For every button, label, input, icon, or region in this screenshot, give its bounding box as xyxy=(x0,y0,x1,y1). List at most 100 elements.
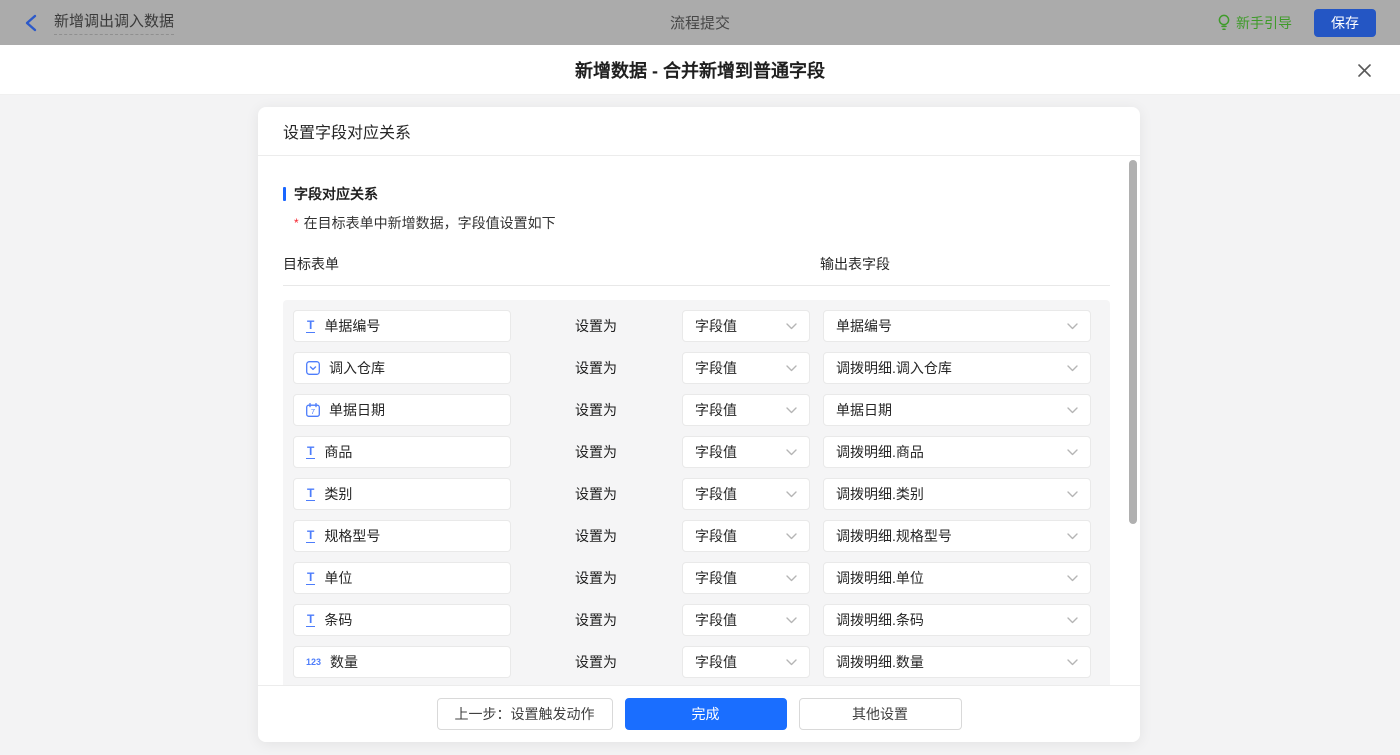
value-mode-label: 字段值 xyxy=(695,568,737,588)
value-mode-label: 字段值 xyxy=(695,484,737,504)
mapping-rows: T单据编号设置为字段值单据编号调入仓库设置为字段值调拨明细.调入仓库7单据日期设… xyxy=(283,300,1110,685)
value-mode-label: 字段值 xyxy=(695,358,737,378)
mapping-row: T商品设置为字段值调拨明细.商品 xyxy=(293,436,1100,468)
target-field-box[interactable]: T 商品 xyxy=(293,436,511,468)
close-icon xyxy=(1357,63,1372,78)
previous-step-button[interactable]: 上一步：设置触发动作 xyxy=(437,698,613,730)
value-mode-select[interactable]: 字段值 xyxy=(682,310,810,342)
back-button[interactable] xyxy=(24,14,38,32)
set-as-label: 设置为 xyxy=(575,610,617,630)
set-as-label: 设置为 xyxy=(575,316,617,336)
column-headers: 目标表单 输出表字段 xyxy=(283,254,1110,286)
section-accent-bar xyxy=(283,187,286,201)
output-field-label: 调拨明细.单位 xyxy=(836,568,924,588)
value-mode-label: 字段值 xyxy=(695,652,737,672)
output-field-label: 调拨明细.数量 xyxy=(836,652,924,672)
output-field-label: 单据日期 xyxy=(836,400,892,420)
mapping-row: T单据编号 设置为 字段值 单据编号 xyxy=(293,310,1100,342)
date-field-icon: 7 xyxy=(306,403,320,417)
output-field-label: 调拨明细.条码 xyxy=(836,610,924,630)
set-as-label: 设置为 xyxy=(575,484,617,504)
text-field-icon: T xyxy=(306,445,315,459)
chevron-down-icon xyxy=(1067,659,1078,666)
value-mode-label: 字段值 xyxy=(695,316,737,336)
output-field-select[interactable]: 单据日期 xyxy=(823,394,1091,426)
output-field-select[interactable]: 调拨明细.商品 xyxy=(823,436,1091,468)
text-field-icon: T xyxy=(306,571,315,585)
set-as-label: 设置为 xyxy=(575,526,617,546)
card-footer: 上一步：设置触发动作 完成 其他设置 xyxy=(258,685,1140,742)
text-field-icon: T xyxy=(306,529,315,543)
target-field-box[interactable]: T条码 xyxy=(293,604,511,636)
target-field-label: 调入仓库 xyxy=(329,358,385,378)
finish-button[interactable]: 完成 xyxy=(625,698,787,730)
beginner-guide-link[interactable]: 新手引导 xyxy=(1217,13,1292,33)
mapping-row: T规格型号 设置为 字段值 调拨明细.规格型号 xyxy=(293,520,1100,552)
modal-title: 新增数据 - 合并新增到普通字段 xyxy=(575,57,825,83)
target-field-box[interactable]: 调入仓库 xyxy=(293,352,511,384)
output-field-select[interactable]: 调拨明细.条码 xyxy=(823,604,1091,636)
value-mode-select[interactable]: 字段值 xyxy=(682,646,810,678)
value-mode-select[interactable]: 字段值 xyxy=(682,604,810,636)
lightbulb-icon xyxy=(1217,14,1231,31)
target-field-box[interactable]: 123数量 xyxy=(293,646,511,678)
other-settings-button[interactable]: 其他设置 xyxy=(799,698,962,730)
mapping-row: T条码 设置为 字段值 调拨明细.条码 xyxy=(293,604,1100,636)
section-subtitle-text: 在目标表单中新增数据，字段值设置如下 xyxy=(304,215,556,231)
value-mode-label: 字段值 xyxy=(695,526,737,546)
flow-name[interactable]: 新增调出调入数据 xyxy=(54,10,174,35)
card-header: 设置字段对应关系 xyxy=(258,107,1140,156)
target-field-label: 条码 xyxy=(324,610,352,630)
mapping-row: 7单据日期 设置为 字段值 单据日期 xyxy=(293,394,1100,426)
output-field-select[interactable]: 调拨明细.规格型号 xyxy=(823,520,1091,552)
set-as-label: 设置为 xyxy=(575,400,617,420)
value-mode-select[interactable]: 字段值 xyxy=(682,436,810,468)
column-header-target-form: 目标表单 xyxy=(283,254,820,274)
back-chevron-icon xyxy=(24,14,38,32)
select-field-icon xyxy=(306,361,320,375)
mapping-row: 123数量 设置为 字段值 调拨明细.数量 xyxy=(293,646,1100,678)
value-mode-label: 字段值 xyxy=(695,400,737,420)
set-as-label: 设置为 xyxy=(575,358,617,378)
output-field-label: 调拨明细.类别 xyxy=(836,484,924,504)
modal-body-background: 设置字段对应关系 字段对应关系 *在目标表单中新增数据，字段值设置如下 目标表单… xyxy=(0,95,1400,755)
value-mode-select[interactable]: 字段值 xyxy=(682,520,810,552)
chevron-down-icon xyxy=(786,323,797,330)
field-mapping-card: 设置字段对应关系 字段对应关系 *在目标表单中新增数据，字段值设置如下 目标表单… xyxy=(258,107,1140,742)
set-as-label: 设置为 xyxy=(575,652,617,672)
chevron-down-icon xyxy=(786,659,797,666)
output-field-label: 调拨明细.商品 xyxy=(836,442,924,462)
target-field-box[interactable]: 7单据日期 xyxy=(293,394,511,426)
target-field-box[interactable]: T规格型号 xyxy=(293,520,511,552)
close-button[interactable] xyxy=(1352,58,1376,82)
target-field-label: 类别 xyxy=(324,484,352,504)
text-field-icon: T xyxy=(306,319,315,333)
output-field-select[interactable]: 调拨明细.调入仓库 xyxy=(823,352,1091,384)
output-field-select[interactable]: 调拨明细.数量 xyxy=(823,646,1091,678)
mapping-row: 调入仓库 设置为 字段值 调拨明细.调入仓库 xyxy=(293,352,1100,384)
target-field-label: 商品 xyxy=(324,442,352,462)
target-field-box[interactable]: T类别 xyxy=(293,478,511,510)
chevron-down-icon xyxy=(786,449,797,456)
target-field-box[interactable]: T单据编号 xyxy=(293,310,511,342)
chevron-down-icon xyxy=(1067,575,1078,582)
output-field-select[interactable]: 调拨明细.类别 xyxy=(823,478,1091,510)
output-field-label: 调拨明细.规格型号 xyxy=(836,526,952,546)
value-mode-select[interactable]: 字段值 xyxy=(682,394,810,426)
beginner-guide-label: 新手引导 xyxy=(1236,13,1292,33)
chevron-down-icon xyxy=(786,575,797,582)
card-body: 字段对应关系 *在目标表单中新增数据，字段值设置如下 目标表单 输出表字段 T单… xyxy=(258,156,1140,685)
required-asterisk: * xyxy=(294,216,299,230)
save-button[interactable]: 保存 xyxy=(1314,9,1376,37)
chevron-down-icon xyxy=(1067,407,1078,414)
value-mode-select[interactable]: 字段值 xyxy=(682,352,810,384)
value-mode-select[interactable]: 字段值 xyxy=(682,478,810,510)
vertical-scrollbar[interactable] xyxy=(1129,160,1137,524)
output-field-label: 调拨明细.调入仓库 xyxy=(836,358,952,378)
output-field-select[interactable]: 单据编号 xyxy=(823,310,1091,342)
process-submit-title: 流程提交 xyxy=(0,12,1400,33)
target-field-box[interactable]: T单位 xyxy=(293,562,511,594)
top-toolbar: 流程提交 新增调出调入数据 新手引导 保存 xyxy=(0,0,1400,45)
value-mode-select[interactable]: 字段值 xyxy=(682,562,810,594)
output-field-select[interactable]: 调拨明细.单位 xyxy=(823,562,1091,594)
